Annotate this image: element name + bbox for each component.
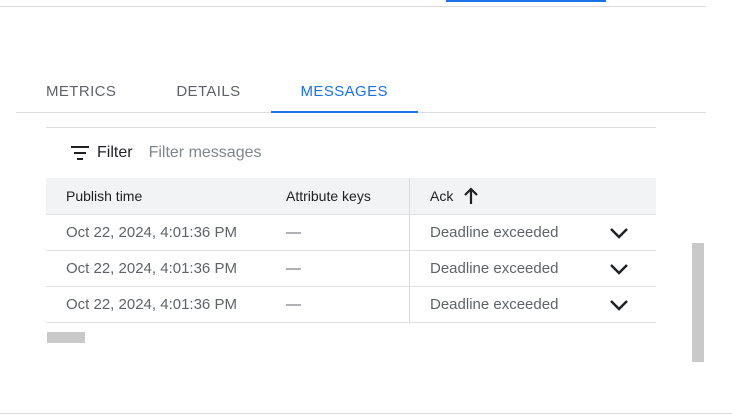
tab-bar: METRICS DETAILS MESSAGES (16, 70, 706, 113)
vertical-scrollbar-thumb[interactable] (692, 243, 704, 362)
publish-time-cell: Oct 22, 2024, 4:01:36 PM (66, 296, 237, 313)
publish-time-cell: Oct 22, 2024, 4:01:36 PM (66, 224, 237, 241)
filter-bar: Filter (70, 138, 349, 168)
table-row[interactable]: Oct 22, 2024, 4:01:36 PM — Deadline exce… (46, 215, 656, 251)
ack-cell: Deadline exceeded (409, 251, 609, 286)
top-tab-indicator (446, 0, 606, 2)
attribute-keys-cell: — (286, 260, 301, 277)
messages-table: Publish time Attribute keys Ack Oct 22, … (46, 178, 656, 323)
chevron-down-icon[interactable] (609, 299, 629, 311)
tab-details[interactable]: DETAILS (146, 70, 270, 112)
attribute-keys-cell: — (286, 224, 301, 241)
horizontal-scrollbar-thumb[interactable] (47, 332, 85, 343)
tab-messages[interactable]: MESSAGES (270, 70, 419, 113)
column-header-attribute-keys[interactable]: Attribute keys (266, 178, 409, 214)
attribute-keys-cell: — (286, 296, 301, 313)
top-divider (0, 6, 706, 7)
bottom-divider (0, 413, 732, 414)
table-header: Publish time Attribute keys Ack (46, 178, 656, 215)
table-row[interactable]: Oct 22, 2024, 4:01:36 PM — Deadline exce… (46, 251, 656, 287)
tab-metrics[interactable]: METRICS (16, 70, 146, 112)
ack-cell: Deadline exceeded (409, 215, 609, 250)
column-header-ack-label: Ack (430, 188, 454, 204)
chevron-down-icon[interactable] (609, 227, 629, 239)
table-row[interactable]: Oct 22, 2024, 4:01:36 PM — Deadline exce… (46, 287, 656, 323)
filter-list-icon[interactable] (70, 144, 90, 162)
filter-label[interactable]: Filter (97, 144, 133, 162)
column-header-expand (609, 178, 656, 214)
column-header-publish-time[interactable]: Publish time (46, 178, 266, 214)
filter-input[interactable] (148, 144, 349, 162)
panel-divider (46, 127, 656, 128)
publish-time-cell: Oct 22, 2024, 4:01:36 PM (66, 260, 237, 277)
chevron-down-icon[interactable] (609, 263, 629, 275)
column-header-ack[interactable]: Ack (409, 178, 609, 214)
arrow-upward-icon[interactable] (463, 187, 479, 205)
ack-cell: Deadline exceeded (409, 287, 609, 322)
